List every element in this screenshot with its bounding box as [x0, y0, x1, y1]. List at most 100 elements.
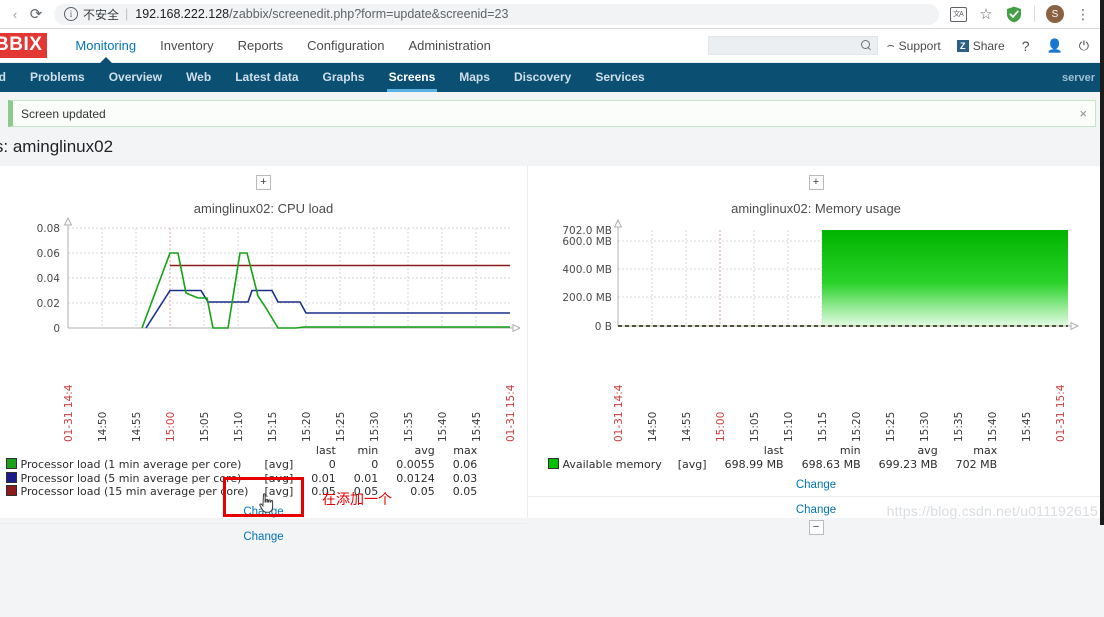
add-cell-button[interactable]: + [256, 175, 271, 190]
header-actions: ⌢Support ZShare ? 👤 ⏻ [708, 36, 1104, 55]
profile-avatar[interactable]: S [1042, 2, 1068, 26]
subnav-item-maps[interactable]: Maps [447, 63, 502, 92]
url-host: 192.168.222.128 [135, 7, 229, 21]
subnav-item-problems[interactable]: Problems [18, 63, 97, 92]
search-input[interactable] [714, 39, 861, 53]
server-label: server [1062, 72, 1104, 84]
subnav-item-latest-data[interactable]: Latest data [223, 63, 310, 92]
browser-toolbar: ‹ ⟳ i 不安全 | 192.168.222.128/zabbix/scree… [0, 0, 1104, 29]
change-link[interactable]: Change [796, 479, 836, 491]
menu-item-monitoring[interactable]: Monitoring [63, 29, 148, 62]
svg-text:15:25: 15:25 [335, 412, 347, 442]
search-icon[interactable] [861, 40, 872, 51]
site-info-icon[interactable]: i [64, 7, 78, 21]
adblock-shield-icon[interactable] [1001, 2, 1027, 26]
svg-text:15:05: 15:05 [199, 412, 211, 442]
back-arrow-icon[interactable]: ‹ [6, 7, 24, 22]
user-settings-icon[interactable]: 👤 [1040, 38, 1070, 54]
zabbix-logo[interactable]: BBIX [0, 33, 47, 58]
legend-max-5min: 0.03 [435, 472, 478, 486]
change-row-top-right: Change [528, 472, 1104, 491]
cpu-graph[interactable]: 0.08 0.06 0.04 0.02 0 [0, 216, 527, 446]
legend-min-available-memory: 698.63 MB [784, 458, 861, 472]
legend-header-min: min [784, 444, 861, 458]
menu-item-configuration[interactable]: Configuration [295, 29, 396, 62]
share-link[interactable]: ZShare [950, 39, 1012, 53]
screen-editor-grid: + aminglinux02: CPU load [0, 166, 1104, 518]
avatar-letter: S [1046, 5, 1064, 23]
svg-text:14:55: 14:55 [131, 412, 143, 442]
svg-text:15:10: 15:10 [233, 412, 245, 442]
add-row-top-left: + [0, 166, 527, 195]
subnav-item-screens[interactable]: Screens [377, 63, 448, 92]
memory-graph-title: aminglinux02: Memory usage [528, 195, 1104, 216]
share-label: Share [973, 39, 1005, 53]
svg-text:01-31 14:47: 01-31 14:47 [63, 384, 75, 442]
svg-text:0: 0 [53, 323, 60, 335]
legend-header-row: last min avg max [6, 444, 477, 458]
subnav-item-overview[interactable]: Overview [97, 63, 174, 92]
bookmark-star-icon[interactable]: ☆ [973, 2, 999, 26]
legend-header-row: last min avg max [548, 444, 997, 458]
subnav-item-discovery[interactable]: Discovery [502, 63, 583, 92]
change-link[interactable]: Change [796, 504, 836, 516]
svg-text:15:10: 15:10 [783, 412, 795, 442]
change-row-bottom-left: Change [0, 524, 527, 543]
remove-cell-button[interactable]: − [809, 520, 824, 535]
svg-text:15:45: 15:45 [471, 412, 483, 442]
success-message: Screen updated × [8, 100, 1096, 127]
screen-cell-memory: + aminglinux02: Memory usage [528, 166, 1104, 518]
legend-header-min: min [336, 444, 379, 458]
memory-graph[interactable]: 702.0 MB 600.0 MB 400.0 MB 200.0 MB 0 B [528, 216, 1104, 446]
menu-item-inventory[interactable]: Inventory [148, 29, 225, 62]
legend-swatch-15min [6, 485, 17, 496]
cpu-series-5min [146, 291, 510, 329]
legend-header-last: last [293, 444, 336, 458]
add-cell-button[interactable]: + [809, 175, 824, 190]
change-link-highlighted[interactable]: Change [243, 531, 283, 543]
legend-avg-1min: 0.0055 [378, 458, 435, 472]
url-path: /zabbix/screenedit.php?form=update&scree… [229, 7, 508, 21]
svg-text:15:40: 15:40 [987, 412, 999, 442]
legend-header-last: last [707, 444, 784, 458]
svg-text:0.06: 0.06 [37, 248, 61, 260]
legend-agg-available-memory: [avg] [662, 458, 707, 472]
support-link[interactable]: ⌢Support [880, 38, 948, 53]
sign-out-icon[interactable]: ⏻ [1072, 38, 1096, 54]
subnav-item-services[interactable]: Services [583, 63, 656, 92]
subnav-item-dashboard[interactable]: rd [0, 63, 18, 92]
subnav-item-web[interactable]: Web [174, 63, 223, 92]
subnav-item-graphs[interactable]: Graphs [311, 63, 377, 92]
svg-text:14:50: 14:50 [647, 412, 659, 442]
toolbar-divider [1034, 6, 1035, 22]
url-separator: | [125, 7, 128, 21]
close-icon[interactable]: × [1079, 107, 1087, 120]
legend-min-1min: 0 [336, 458, 379, 472]
address-bar[interactable]: i 不安全 | 192.168.222.128/zabbix/screenedi… [54, 4, 939, 25]
headset-icon: ⌢ [887, 38, 895, 53]
reload-icon[interactable]: ⟳ [24, 5, 48, 23]
menu-item-reports[interactable]: Reports [226, 29, 296, 62]
svg-text:400.0 MB: 400.0 MB [562, 264, 612, 276]
browser-menu-icon[interactable]: ⋮ [1070, 2, 1096, 26]
translate-icon[interactable]: 文A [945, 2, 971, 26]
menu-item-administration[interactable]: Administration [396, 29, 502, 62]
legend-row: Available memory [avg] 698.99 MB 698.63 … [548, 458, 997, 472]
screen-cells: + aminglinux02: CPU load [0, 166, 1104, 518]
memory-x-axis-labels: 01-31 14:47 14:50 14:55 15:00 15:05 15:1… [528, 384, 1088, 446]
legend-last-available-memory: 698.99 MB [707, 458, 784, 472]
svg-text:01-31 15:47: 01-31 15:47 [1055, 384, 1067, 442]
cpu-y-axis-labels: 0.08 0.06 0.04 0.02 0 [37, 223, 61, 335]
page-title: ens: aminglinux02 [0, 127, 1096, 166]
svg-text:15:05: 15:05 [749, 412, 761, 442]
zabbix-header: BBIX Monitoring Inventory Reports Config… [0, 29, 1104, 63]
global-search[interactable] [708, 36, 878, 55]
memory-graph-svg: 702.0 MB 600.0 MB 400.0 MB 200.0 MB 0 B [528, 216, 1088, 386]
memory-legend: last min avg max Available memory [avg] … [528, 444, 1104, 472]
help-icon[interactable]: ? [1014, 38, 1038, 54]
svg-text:15:30: 15:30 [369, 412, 381, 442]
svg-text:15:30: 15:30 [919, 412, 931, 442]
svg-text:0.04: 0.04 [37, 273, 61, 285]
legend-header-avg: avg [861, 444, 938, 458]
legend-max-available-memory: 702 MB [938, 458, 998, 472]
